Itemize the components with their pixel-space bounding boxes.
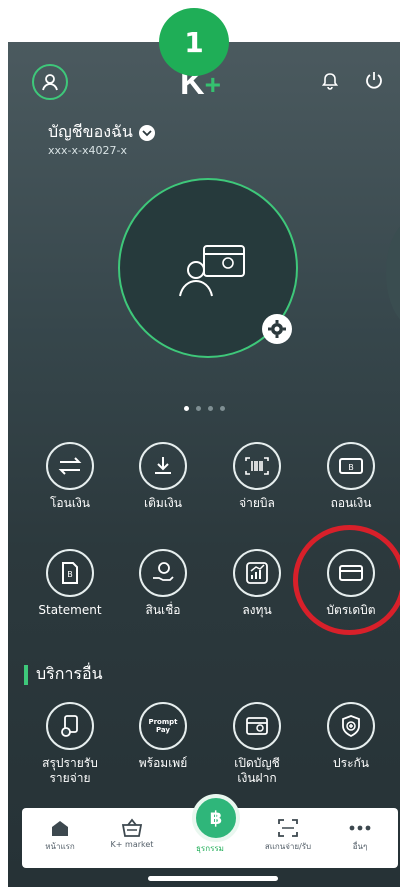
income-summary-icon	[61, 715, 78, 737]
service-insurance[interactable]: ประกัน	[306, 702, 396, 771]
service-label-line1: ประกัน	[333, 756, 369, 770]
invest-icon	[246, 562, 268, 584]
insurance-icon	[342, 715, 360, 738]
chevron-down-icon	[138, 124, 155, 141]
nav-transactions[interactable]: ธุรกรรม	[178, 842, 242, 855]
topup-icon	[155, 457, 171, 474]
bell-icon	[321, 73, 339, 90]
basket-icon	[121, 818, 143, 837]
service-open-account[interactable]: เปิดบัญชี เงินฝาก	[212, 702, 302, 786]
service-label-line2: รายจ่าย	[49, 771, 91, 785]
menu-withdraw[interactable]: B ถอนเงิน	[306, 442, 396, 511]
menu-transfer[interactable]: โอนเงิน	[25, 442, 115, 511]
promptpay-icon: Prompt Pay	[139, 702, 187, 750]
menu-label: ลงทุน	[242, 603, 272, 617]
carousel-dot[interactable]	[208, 406, 213, 411]
service-promptpay[interactable]: Prompt Pay พร้อมเพย์	[118, 702, 208, 771]
account-title: บัญชีของฉัน	[48, 122, 133, 141]
nav-label: หน้าแรก	[45, 842, 75, 851]
menu-statement[interactable]: B Statement	[25, 549, 115, 618]
withdraw-icon: B	[339, 458, 363, 474]
nav-kplus-market[interactable]: K+ market	[100, 816, 164, 849]
menu-label: โอนเงิน	[49, 496, 91, 510]
step-number-badge: 1	[159, 8, 229, 76]
section-title: บริการอื่น	[36, 664, 103, 683]
loan-icon	[153, 562, 174, 581]
nav-scan[interactable]: สแกนจ่าย/รับ	[256, 816, 320, 853]
service-income-summary[interactable]: สรุปรายรับ รายจ่าย	[25, 702, 115, 786]
menu-label: Statement	[38, 603, 102, 617]
other-services-header: บริการอื่น	[24, 662, 103, 687]
service-label-line2: เงินฝาก	[237, 771, 277, 785]
menu-label: ถอนเงิน	[330, 496, 372, 510]
user-icon	[42, 74, 58, 91]
home-indicator	[148, 876, 278, 881]
statement-icon: B	[62, 562, 78, 584]
debit-card-icon	[339, 565, 363, 581]
account-number: xxx-x-x4027-x	[48, 144, 127, 157]
logout-button[interactable]	[364, 70, 384, 94]
menu-invest[interactable]: ลงทุน	[212, 549, 302, 618]
baht-icon: ฿	[209, 807, 223, 829]
carousel-indicator	[184, 406, 225, 411]
service-label-line1: เปิดบัญชี	[234, 756, 280, 770]
gear-icon	[268, 320, 286, 338]
open-account-icon	[246, 717, 268, 735]
power-icon	[366, 72, 382, 89]
nav-label: K+ market	[110, 840, 154, 849]
next-card-peek[interactable]	[386, 218, 400, 328]
more-icon	[349, 825, 371, 831]
nav-more[interactable]: อื่นๆ	[328, 816, 392, 853]
section-accent-bar	[24, 664, 28, 685]
transfer-icon	[58, 457, 82, 475]
home-icon	[52, 821, 68, 836]
notification-button[interactable]	[321, 72, 339, 94]
service-label-line1: สรุปรายรับ	[42, 756, 98, 770]
nav-label: สแกนจ่าย/รับ	[264, 842, 312, 851]
card-settings-button[interactable]	[262, 314, 292, 344]
scan-icon	[278, 819, 298, 837]
account-selector[interactable]: บัญชีของฉัน	[48, 120, 155, 145]
app-screen: K+ บัญชีของฉัน xxx-x-x4027-x โอนเงิน เติ…	[8, 42, 400, 887]
nav-home[interactable]: หน้าแรก	[28, 816, 92, 853]
menu-loan[interactable]: สินเชื่อ	[118, 549, 208, 618]
menu-label: เติมเงิน	[144, 496, 182, 510]
svg-text:B: B	[348, 463, 354, 472]
transactions-center-button[interactable]: ฿	[192, 794, 240, 842]
nav-label: อื่นๆ	[352, 842, 368, 851]
menu-label: บัตรเดบิต	[326, 603, 376, 617]
menu-label: จ่ายบิล	[239, 496, 275, 510]
barcode-icon	[245, 457, 269, 475]
menu-label: สินเชื่อ	[145, 603, 181, 617]
carousel-dot[interactable]	[220, 406, 225, 411]
service-label-line1: พร้อมเพย์	[138, 756, 188, 770]
menu-topup[interactable]: เติมเงิน	[118, 442, 208, 511]
menu-paybill[interactable]: จ่ายบิล	[212, 442, 302, 511]
carousel-dot[interactable]	[196, 406, 201, 411]
menu-debit-card[interactable]: บัตรเดบิต	[306, 549, 396, 618]
profile-button[interactable]	[32, 64, 68, 100]
nav-label: ธุรกรรม	[196, 844, 224, 853]
svg-text:B: B	[67, 570, 73, 579]
carousel-dot[interactable]	[184, 406, 189, 411]
